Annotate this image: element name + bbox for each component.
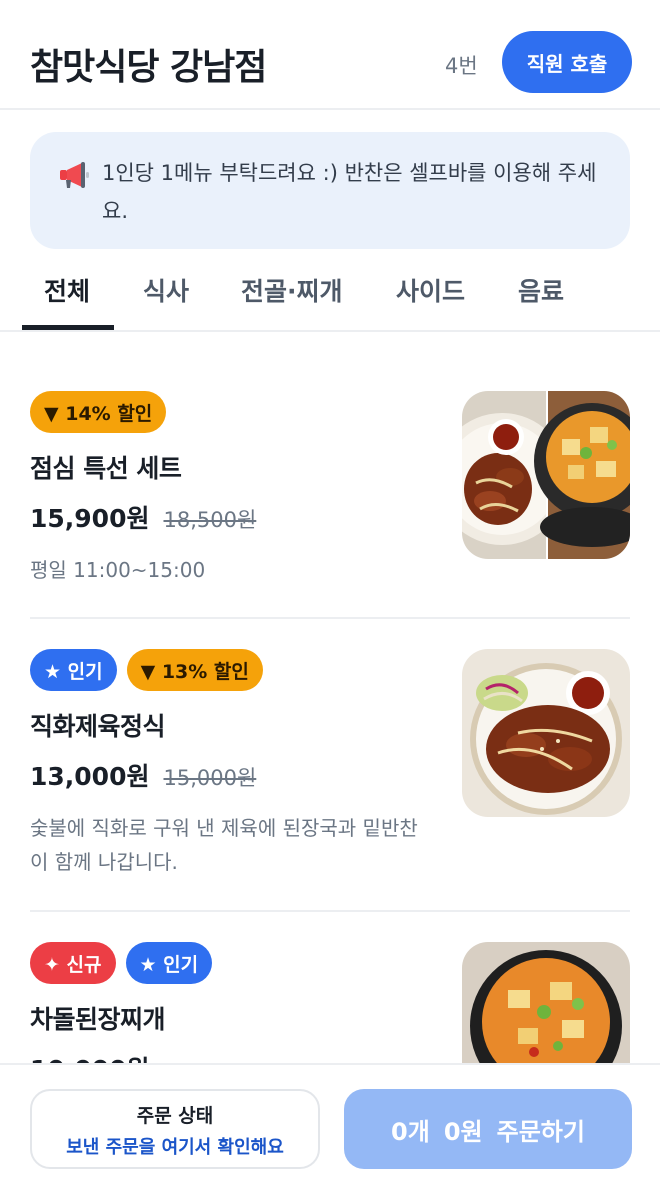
item-divider [30,910,630,912]
store-name: 참맛식당 강남점 [30,47,267,88]
order-total: 0원 [443,1117,483,1146]
menu-item[interactable]: ★ 인기 ▼ 13% 할인 직화제육정식 13,000원 15,000원 숯불에… [30,649,630,889]
order-status-subtitle: 보낸 주문을 여기서 확인해요 [66,1137,284,1158]
popular-badge: ★ 인기 [125,942,213,984]
badge-group: ✦ 신규 ★ 인기 [30,942,213,984]
header: 참맛식당 강남점 4번 직원 호출 [0,0,660,110]
menu-item-description: 숯불에 직화로 구워 낸 제육에 된장국과 밑반찬이 함께 나갑니다. [30,816,418,874]
badge-group: ▼ 14% 할인 [30,391,167,433]
bottom-bar: 주문 상태 보낸 주문을 여기서 확인해요 0개 0원 주문하기 [0,1063,660,1179]
tab-all[interactable]: 전체 [44,272,90,308]
order-status-title: 주문 상태 [136,1105,214,1127]
price-row: 15,900원 18,500원 [30,499,256,535]
tab-meal[interactable]: 식사 [143,272,189,308]
jeyuk-plate-photo[interactable] [462,649,630,817]
menu-item-name: 직화제육정식 [30,712,166,741]
order-count: 0개 [391,1117,430,1146]
notice-text: 1인당 1메뉴 부탁드려요 :) 반찬은 셀프바를 이용해 주세요. [102,161,597,223]
original-price: 15,000원 [163,766,257,790]
active-tab-indicator [22,325,114,330]
price-row: 13,000원 15,000원 [30,757,256,793]
menu-item-description: 평일 11:00~15:00 [30,558,206,582]
menu-item-price: 15,900원 [30,504,150,533]
menu-item-price: 13,000원 [30,762,150,791]
menu-item[interactable]: ▼ 14% 할인 점심 특선 세트 15,900원 18,500원 평일 11:… [30,391,630,591]
new-badge: ✦ 신규 [30,942,116,984]
order-status-button[interactable]: 주문 상태 보낸 주문을 여기서 확인해요 [30,1089,320,1169]
discount-badge: ▼ 13% 할인 [126,649,263,691]
place-order-button[interactable]: 0개 0원 주문하기 [344,1089,632,1169]
item-divider [30,617,630,619]
notice-banner: 1인당 1메뉴 부탁드려요 :) 반찬은 셀프바를 이용해 주세요. [30,132,630,249]
order-label: 주문하기 [496,1117,585,1146]
popular-badge: ★ 인기 [30,649,117,691]
discount-badge: ▼ 14% 할인 [30,391,167,433]
category-tabs: 전체 식사 전골·찌개 사이드 음료 [0,250,660,332]
menu-item-name: 차돌된장찌개 [30,1005,166,1034]
tab-hotpot-stew[interactable]: 전골·찌개 [241,272,343,308]
tab-side[interactable]: 사이드 [396,272,465,308]
badge-group: ★ 인기 ▼ 13% 할인 [30,649,263,691]
call-staff-button[interactable]: 직원 호출 [502,31,632,93]
original-price: 18,500원 [163,508,257,532]
table-number: 4번 [445,54,478,78]
tab-drinks[interactable]: 음료 [518,272,564,308]
menu-item-name: 점심 특선 세트 [30,454,182,483]
megaphone-icon [60,162,89,188]
bulgogi-and-stew-photo[interactable] [462,391,630,559]
